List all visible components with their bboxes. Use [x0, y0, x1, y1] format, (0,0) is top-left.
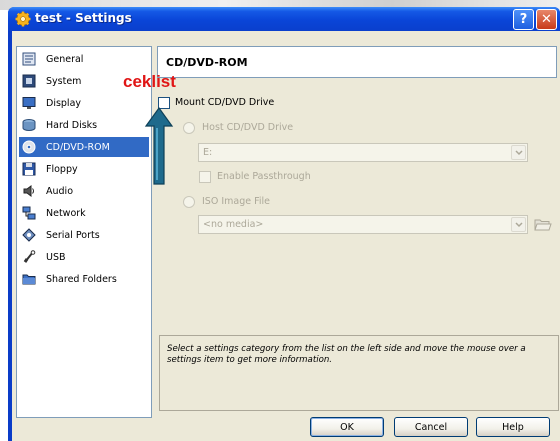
passthrough-checkbox[interactable]: [199, 171, 211, 183]
window-title: test - Settings: [35, 11, 132, 25]
sidebar-item-display[interactable]: Display: [19, 93, 149, 113]
sidebar-item-hard-disks[interactable]: Hard Disks: [19, 115, 149, 135]
audio-icon: [22, 184, 36, 198]
ok-button[interactable]: OK: [310, 417, 384, 437]
sidebar-item-serial-ports[interactable]: Serial Ports: [19, 225, 149, 245]
category-list[interactable]: General System Display Hard Disks CD/DVD…: [16, 46, 152, 418]
chevron-down-icon[interactable]: [511, 217, 526, 232]
iso-image-radio[interactable]: [183, 196, 195, 208]
sidebar-item-label: Floppy: [46, 163, 78, 175]
passthrough-label: Enable Passthrough: [217, 171, 311, 182]
info-text: Select a settings category from the list…: [167, 344, 526, 365]
host-drive-radio[interactable]: [183, 122, 195, 134]
network-icon: [22, 206, 36, 220]
dialog-client: General System Display Hard Disks CD/DVD…: [12, 31, 560, 441]
sidebar-item-label: CD/DVD-ROM: [46, 141, 110, 153]
sidebar-item-label: Serial Ports: [46, 229, 100, 241]
mount-cd-dvd-label[interactable]: Mount CD/DVD Drive: [175, 97, 274, 108]
help-button[interactable]: Help: [476, 417, 550, 437]
sidebar-item-label: Shared Folders: [46, 273, 117, 285]
info-panel: Select a settings category from the list…: [159, 335, 559, 411]
sidebar-item-general[interactable]: General: [19, 49, 149, 69]
floppy-icon: [22, 162, 36, 176]
iso-image-select[interactable]: <no media>: [198, 215, 528, 234]
general-icon: [22, 52, 36, 66]
usb-icon: [22, 250, 36, 264]
annotation-arrow-icon: [144, 106, 174, 185]
sidebar-item-floppy[interactable]: Floppy: [19, 159, 149, 179]
chevron-down-icon[interactable]: [511, 145, 526, 160]
shared-folder-icon: [22, 272, 36, 286]
title-bar[interactable]: test - Settings ? ✕: [8, 7, 560, 31]
help-title-button[interactable]: ?: [513, 9, 534, 30]
iso-image-value: <no media>: [203, 219, 264, 230]
serial-port-icon: [22, 228, 36, 242]
sidebar-item-label: Display: [46, 97, 82, 109]
sidebar-item-label: Hard Disks: [46, 119, 98, 131]
sidebar-item-network[interactable]: Network: [19, 203, 149, 223]
iso-image-label: ISO Image File: [202, 196, 270, 207]
sidebar-item-label: Network: [46, 207, 86, 219]
cd-icon: [22, 140, 36, 154]
settings-window: test - Settings ? ✕ General System Displ…: [8, 7, 560, 441]
sidebar-item-label: System: [46, 75, 82, 87]
hard-disk-icon: [22, 118, 36, 132]
sidebar-item-label: USB: [46, 251, 66, 263]
host-drive-select[interactable]: E:: [198, 143, 528, 162]
sidebar-item-audio[interactable]: Audio: [19, 181, 149, 201]
sidebar-item-label: General: [46, 53, 84, 65]
sidebar-item-label: Audio: [46, 185, 74, 197]
sidebar-item-shared-folders[interactable]: Shared Folders: [19, 269, 149, 289]
display-icon: [22, 96, 36, 110]
close-button[interactable]: ✕: [536, 9, 557, 30]
page-title: CD/DVD-ROM: [166, 56, 248, 69]
close-icon: ✕: [541, 12, 552, 27]
host-drive-label: Host CD/DVD Drive: [202, 122, 294, 133]
host-drive-value: E:: [203, 147, 213, 158]
sidebar-item-usb[interactable]: USB: [19, 247, 149, 267]
system-icon: [22, 74, 36, 88]
cancel-button[interactable]: Cancel: [394, 417, 468, 437]
annotation-label: ceklist: [123, 72, 176, 91]
sidebar-item-cd-dvd-rom[interactable]: CD/DVD-ROM: [19, 137, 149, 157]
page-header: CD/DVD-ROM: [157, 46, 557, 78]
open-folder-icon[interactable]: [534, 216, 552, 233]
help-icon: ?: [519, 12, 528, 27]
gear-icon: [15, 11, 31, 27]
